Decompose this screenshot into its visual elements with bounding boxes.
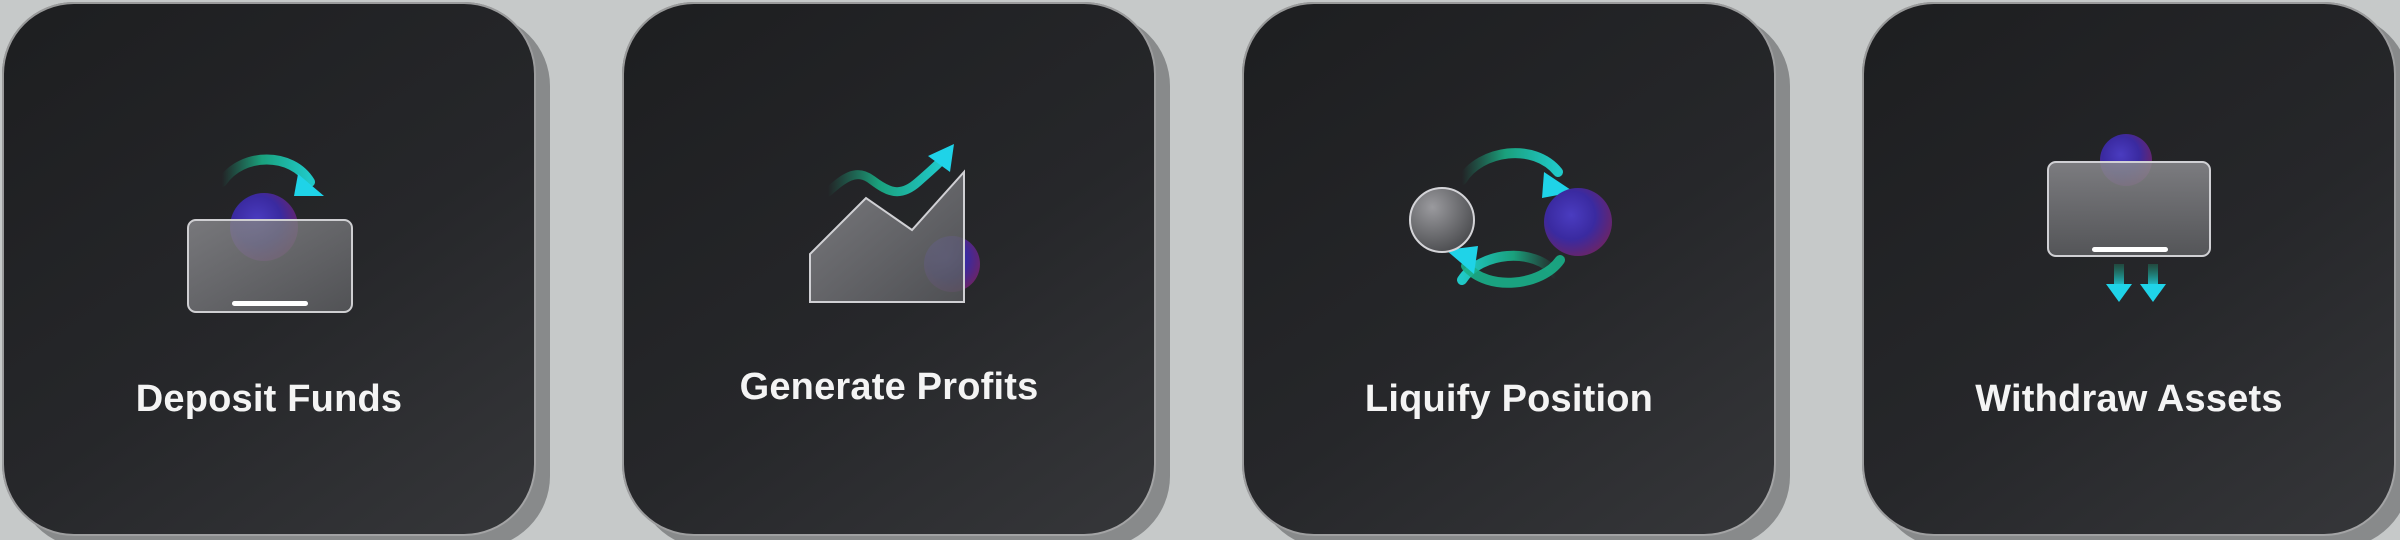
swap-cycle-icon [1409, 148, 1612, 288]
withdraw-assets-card[interactable]: Withdraw Assets [1862, 2, 2396, 536]
liquify-position-card[interactable]: Liquify Position [1242, 2, 1776, 536]
card-label: Liquify Position [1364, 378, 1654, 420]
card-label: Withdraw Assets [1975, 378, 2283, 420]
profit-chart-icon [809, 144, 980, 303]
withdraw-icon [2047, 134, 2211, 302]
generate-profits-card[interactable]: Generate Profits [622, 2, 1156, 536]
card-label: Generate Profits [739, 366, 1039, 408]
card-label: Deposit Funds [135, 378, 403, 420]
deposit-icon [187, 154, 353, 313]
deposit-funds-card[interactable]: Deposit Funds [2, 2, 536, 536]
